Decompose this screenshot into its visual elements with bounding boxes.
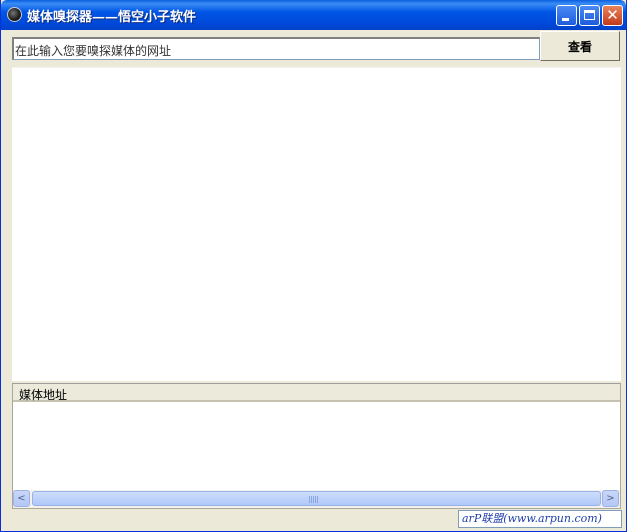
maximize-button[interactable]: [579, 5, 600, 26]
app-icon[interactable]: [7, 7, 22, 22]
minimize-icon: [562, 18, 569, 21]
app-window: 媒体嗅探器——悟空小子软件 ✕ 查看 媒体地址 < > arP联盟(www.ar…: [0, 0, 627, 532]
view-button[interactable]: 查看: [540, 31, 620, 61]
window-title: 媒体嗅探器——悟空小子软件: [27, 10, 197, 25]
list-header: 媒体地址: [13, 384, 620, 402]
grip-icon: [309, 496, 319, 503]
chevron-left-icon: <: [17, 493, 26, 504]
url-input[interactable]: [12, 37, 540, 60]
maximize-icon: [584, 10, 595, 20]
scroll-left-button[interactable]: <: [13, 490, 30, 507]
browser-view[interactable]: [12, 67, 621, 381]
column-header-media-url[interactable]: 媒体地址: [19, 386, 67, 403]
minimize-button[interactable]: [556, 5, 577, 26]
horizontal-scrollbar[interactable]: < >: [13, 490, 620, 508]
chevron-right-icon: >: [606, 493, 615, 504]
scrollbar-thumb[interactable]: [32, 491, 601, 506]
close-button[interactable]: ✕: [602, 5, 623, 26]
close-icon: ✕: [606, 6, 619, 24]
status-link[interactable]: arP联盟(www.arpun.com): [458, 510, 622, 528]
media-list[interactable]: 媒体地址 < >: [12, 383, 621, 509]
scroll-right-button[interactable]: >: [602, 490, 619, 507]
title-bar[interactable]: 媒体嗅探器——悟空小子软件 ✕: [1, 0, 626, 30]
